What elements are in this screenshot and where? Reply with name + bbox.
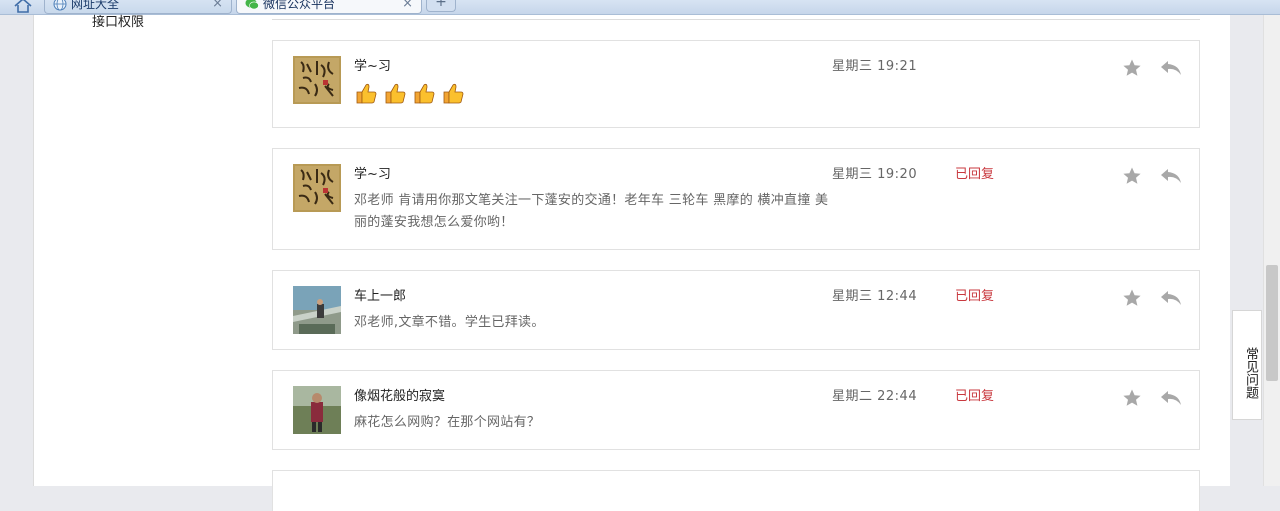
thumbs-up-emoji: [383, 81, 406, 109]
avatar[interactable]: [293, 56, 341, 104]
message-item: 车上一郎 星期三 12:44 已回复 邓老师,文章不错。学生已拜读。: [272, 270, 1200, 350]
message-time: 星期三 19:20: [832, 167, 918, 182]
message-item: [272, 470, 1200, 511]
faq-button[interactable]: 常见问题: [1232, 310, 1262, 420]
message-time: 星期三 19:21: [832, 59, 918, 74]
browser-tab-strip: 网址大全 × 微信公众平台 × +: [0, 0, 1280, 15]
nickname: 车上一郎: [354, 289, 407, 304]
wechat-icon: [245, 0, 259, 10]
sidebar: 接口权限: [33, 15, 243, 486]
star-icon[interactable]: [1122, 388, 1142, 408]
nickname: 学~习: [354, 59, 391, 74]
message-item: 学~习 星期三 19:20 已回复 邓老师 肯请用你那文笔关注一下蓬安的交通！老…: [272, 148, 1200, 250]
thumbs-up-emoji: [441, 81, 464, 109]
reply-icon[interactable]: [1159, 389, 1183, 407]
globe-icon: [53, 0, 67, 11]
replied-status: 已回复: [955, 389, 995, 404]
photo-avatar-image: [293, 286, 341, 334]
star-icon[interactable]: [1122, 166, 1142, 186]
message-item: 像烟花般的寂寞 星期二 22:44 已回复 麻花怎么网购？在那个网站有？: [272, 370, 1200, 450]
message-time: 星期三 12:44: [832, 289, 918, 304]
tab-close-icon[interactable]: ×: [212, 0, 223, 14]
sidebar-item-api-permissions[interactable]: 接口权限: [92, 15, 144, 31]
browser-tab-nav-sites[interactable]: 网址大全 ×: [44, 0, 232, 14]
avatar[interactable]: [293, 386, 341, 434]
calligraphy-avatar-image: [293, 56, 341, 104]
tab-close-icon[interactable]: ×: [402, 0, 413, 14]
tab-label: 微信公众平台: [263, 0, 336, 11]
reply-icon[interactable]: [1159, 289, 1183, 307]
message-content: 邓老师,文章不错。学生已拜读。: [354, 315, 545, 330]
page-scrollbar[interactable]: [1263, 15, 1280, 486]
nickname: 学~习: [354, 167, 391, 182]
browser-tab-wechat[interactable]: 微信公众平台 ×: [236, 0, 422, 14]
star-icon[interactable]: [1122, 288, 1142, 308]
emoji-content: [354, 81, 465, 105]
thumbs-up-emoji: [412, 81, 435, 109]
reply-icon[interactable]: [1159, 59, 1183, 77]
message-list: 学~习 星期三 19:21 学~习 星期三 19:20 已回复 邓老师 肯请用你…: [242, 15, 1230, 511]
left-gutter: [0, 15, 33, 486]
thumbs-up-emoji: [354, 81, 377, 109]
reply-icon[interactable]: [1159, 167, 1183, 185]
message-content: 邓老师 肯请用你那文笔关注一下蓬安的交通！老年车 三轮车 黑摩的 横冲直撞 美丽…: [354, 193, 829, 230]
nickname: 像烟花般的寂寞: [354, 389, 446, 404]
photo-avatar-image: [293, 386, 341, 434]
star-icon[interactable]: [1122, 58, 1142, 78]
divider: [272, 19, 1200, 20]
avatar[interactable]: [293, 164, 341, 212]
calligraphy-avatar-image: [293, 164, 341, 212]
home-icon[interactable]: [12, 0, 34, 13]
replied-status: 已回复: [955, 289, 995, 304]
avatar[interactable]: [293, 286, 341, 334]
new-tab-button[interactable]: +: [426, 0, 456, 12]
message-time: 星期二 22:44: [832, 389, 918, 404]
scrollbar-thumb[interactable]: [1266, 265, 1278, 381]
message-content: 麻花怎么网购？在那个网站有？: [354, 415, 541, 430]
replied-status: 已回复: [955, 167, 995, 182]
tab-label: 网址大全: [71, 0, 120, 11]
message-item: 学~习 星期三 19:21: [272, 40, 1200, 128]
faq-label: 常见问题: [1243, 347, 1258, 399]
